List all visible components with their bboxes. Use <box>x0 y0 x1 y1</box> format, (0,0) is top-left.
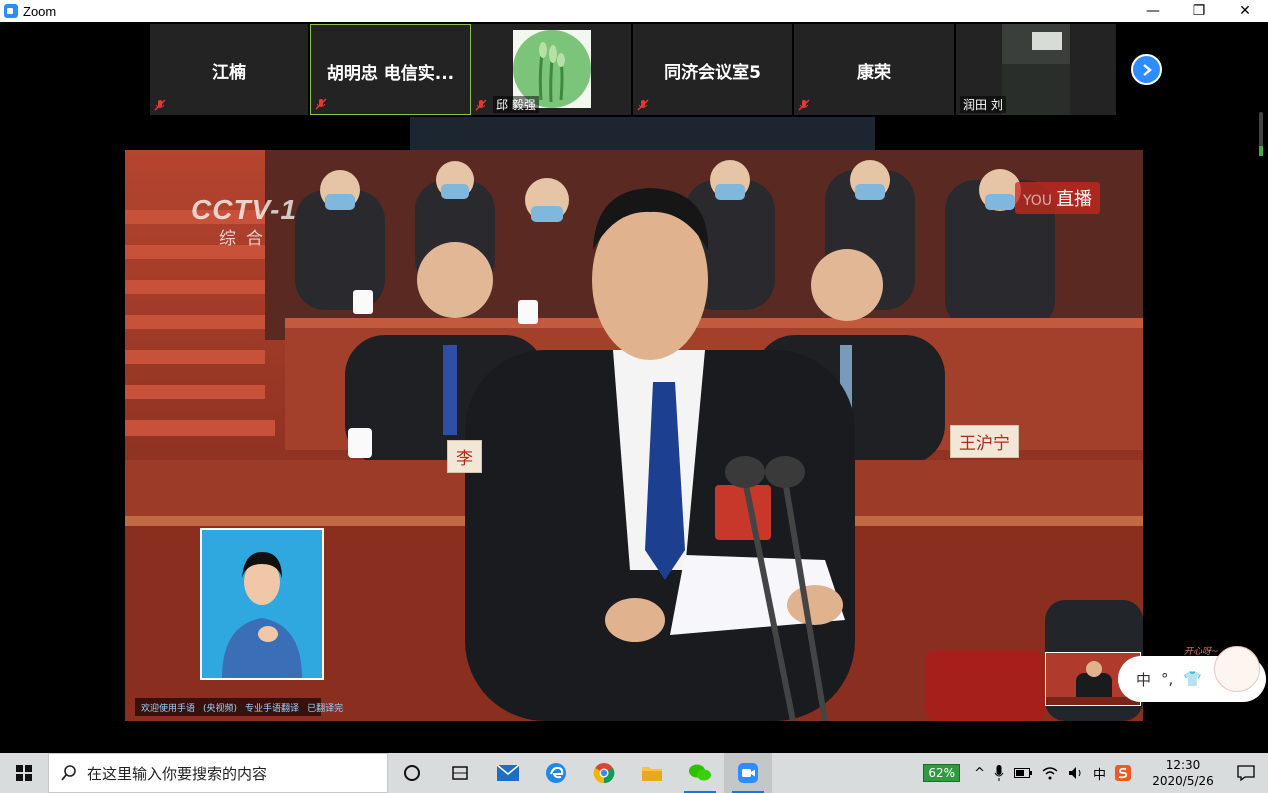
system-clock[interactable]: 12:30 2020/5/26 <box>1142 757 1224 789</box>
participant-name: 胡明忠 电信实... <box>326 64 455 84</box>
taskbar-search-box[interactable]: 在这里输入你要搜索的内容 <box>48 753 388 793</box>
ime-mascot-icon <box>1214 646 1260 692</box>
action-center-button[interactable] <box>1224 753 1268 793</box>
zoom-app-icon <box>4 4 18 18</box>
ime-mode-toggle[interactable]: 中 <box>1136 669 1151 690</box>
mic-muted-icon <box>315 98 327 110</box>
show-hidden-icons-icon[interactable]: ^ <box>974 766 985 781</box>
wifi-icon[interactable] <box>1042 766 1058 780</box>
search-placeholder: 在这里输入你要搜索的内容 <box>87 764 268 783</box>
mail-app-button[interactable] <box>484 753 532 793</box>
cortana-icon <box>404 765 420 781</box>
participant-name: 邱 毅强 <box>493 96 539 113</box>
wechat-icon <box>689 764 711 781</box>
window-titlebar: Zoom — ❐ ✕ <box>0 0 1268 22</box>
minimize-button[interactable]: — <box>1130 0 1176 22</box>
volume-indicator <box>1259 112 1263 156</box>
main-video: CCTV-1 综合 YOU 直播 李 王沪宁 欢迎使用手语 (央视频) 专业手语翻… <box>125 150 1143 721</box>
live-badge: YOU 直播 <box>1015 182 1101 214</box>
participant-video-feed <box>1002 24 1070 115</box>
ime-toolbar[interactable]: 中 °, 👕 开心呀~ <box>1118 646 1266 702</box>
mic-muted-icon <box>637 99 649 111</box>
windows-taskbar: 在这里输入你要搜索的内容 62% ^ 中 12:30 2020/5/26 <box>0 753 1268 793</box>
participant-tile[interactable]: 江楠 <box>150 24 310 115</box>
participant-strip: 江楠 胡明忠 电信实... 邱 毅强 同济会议室5 康荣 润田 刘 <box>150 24 1118 115</box>
cortana-button[interactable] <box>388 753 436 793</box>
mic-muted-icon <box>475 99 487 111</box>
battery-percent-badge[interactable]: 62% <box>923 764 961 782</box>
participant-tile-active[interactable]: 胡明忠 电信实... <box>310 24 471 115</box>
participant-name: 江楠 <box>212 63 246 83</box>
task-view-button[interactable] <box>436 753 484 793</box>
participant-tile[interactable]: 同济会议室5 <box>633 24 794 115</box>
chevron-right-icon <box>1142 63 1152 76</box>
sign-language-inset <box>200 528 324 680</box>
participant-name: 润田 刘 <box>960 96 1006 113</box>
edge-browser-button[interactable] <box>532 753 580 793</box>
participant-name: 同济会议室5 <box>664 63 761 83</box>
ime-indicator[interactable]: 中 <box>1093 764 1106 783</box>
system-tray: 62% ^ 中 12:30 2020/5/26 <box>923 753 1268 793</box>
mic-muted-icon <box>798 99 810 111</box>
search-icon <box>61 765 76 781</box>
participant-name: 康荣 <box>857 63 891 83</box>
participant-tile-video[interactable]: 润田 刘 <box>956 24 1118 115</box>
sogou-ime-icon[interactable] <box>1115 765 1131 781</box>
mail-icon <box>496 764 520 781</box>
start-button[interactable] <box>0 753 48 793</box>
mic-muted-icon <box>154 99 166 111</box>
chrome-icon <box>593 763 615 784</box>
chrome-browser-button[interactable] <box>580 753 628 793</box>
next-page-button[interactable] <box>1131 54 1162 85</box>
edge-icon <box>546 763 566 783</box>
wechat-app-button[interactable] <box>676 753 724 793</box>
channel-logo: CCTV-1 综合 <box>191 194 298 248</box>
nameplate: 王沪宁 <box>950 425 1019 458</box>
restore-button[interactable]: ❐ <box>1176 0 1222 22</box>
folder-icon <box>642 767 662 781</box>
file-explorer-button[interactable] <box>628 753 676 793</box>
window-controls: — ❐ ✕ <box>1130 0 1268 22</box>
window-title: Zoom <box>23 3 57 19</box>
close-button[interactable]: ✕ <box>1222 0 1268 22</box>
ime-skin-icon[interactable]: 👕 <box>1183 670 1202 688</box>
microphone-icon[interactable] <box>994 765 1004 781</box>
windows-logo-icon <box>16 765 32 781</box>
speaker-icon[interactable] <box>1068 766 1084 780</box>
zoom-app-button[interactable] <box>724 753 772 793</box>
participant-tile[interactable]: 邱 毅强 <box>471 24 633 115</box>
participant-tile[interactable]: 康荣 <box>794 24 956 115</box>
battery-icon[interactable] <box>1013 768 1032 778</box>
ime-punct-toggle[interactable]: °, <box>1161 670 1173 688</box>
zoom-icon <box>738 763 758 783</box>
nameplate: 李 <box>447 440 482 473</box>
ime-deco-text: 开心呀~ <box>1184 647 1219 657</box>
task-view-icon <box>452 766 468 780</box>
notification-icon <box>1237 765 1255 781</box>
broadcast-ticker: 欢迎使用手语 (央视频) 专业手语翻译 已翻译完 <box>135 698 343 716</box>
